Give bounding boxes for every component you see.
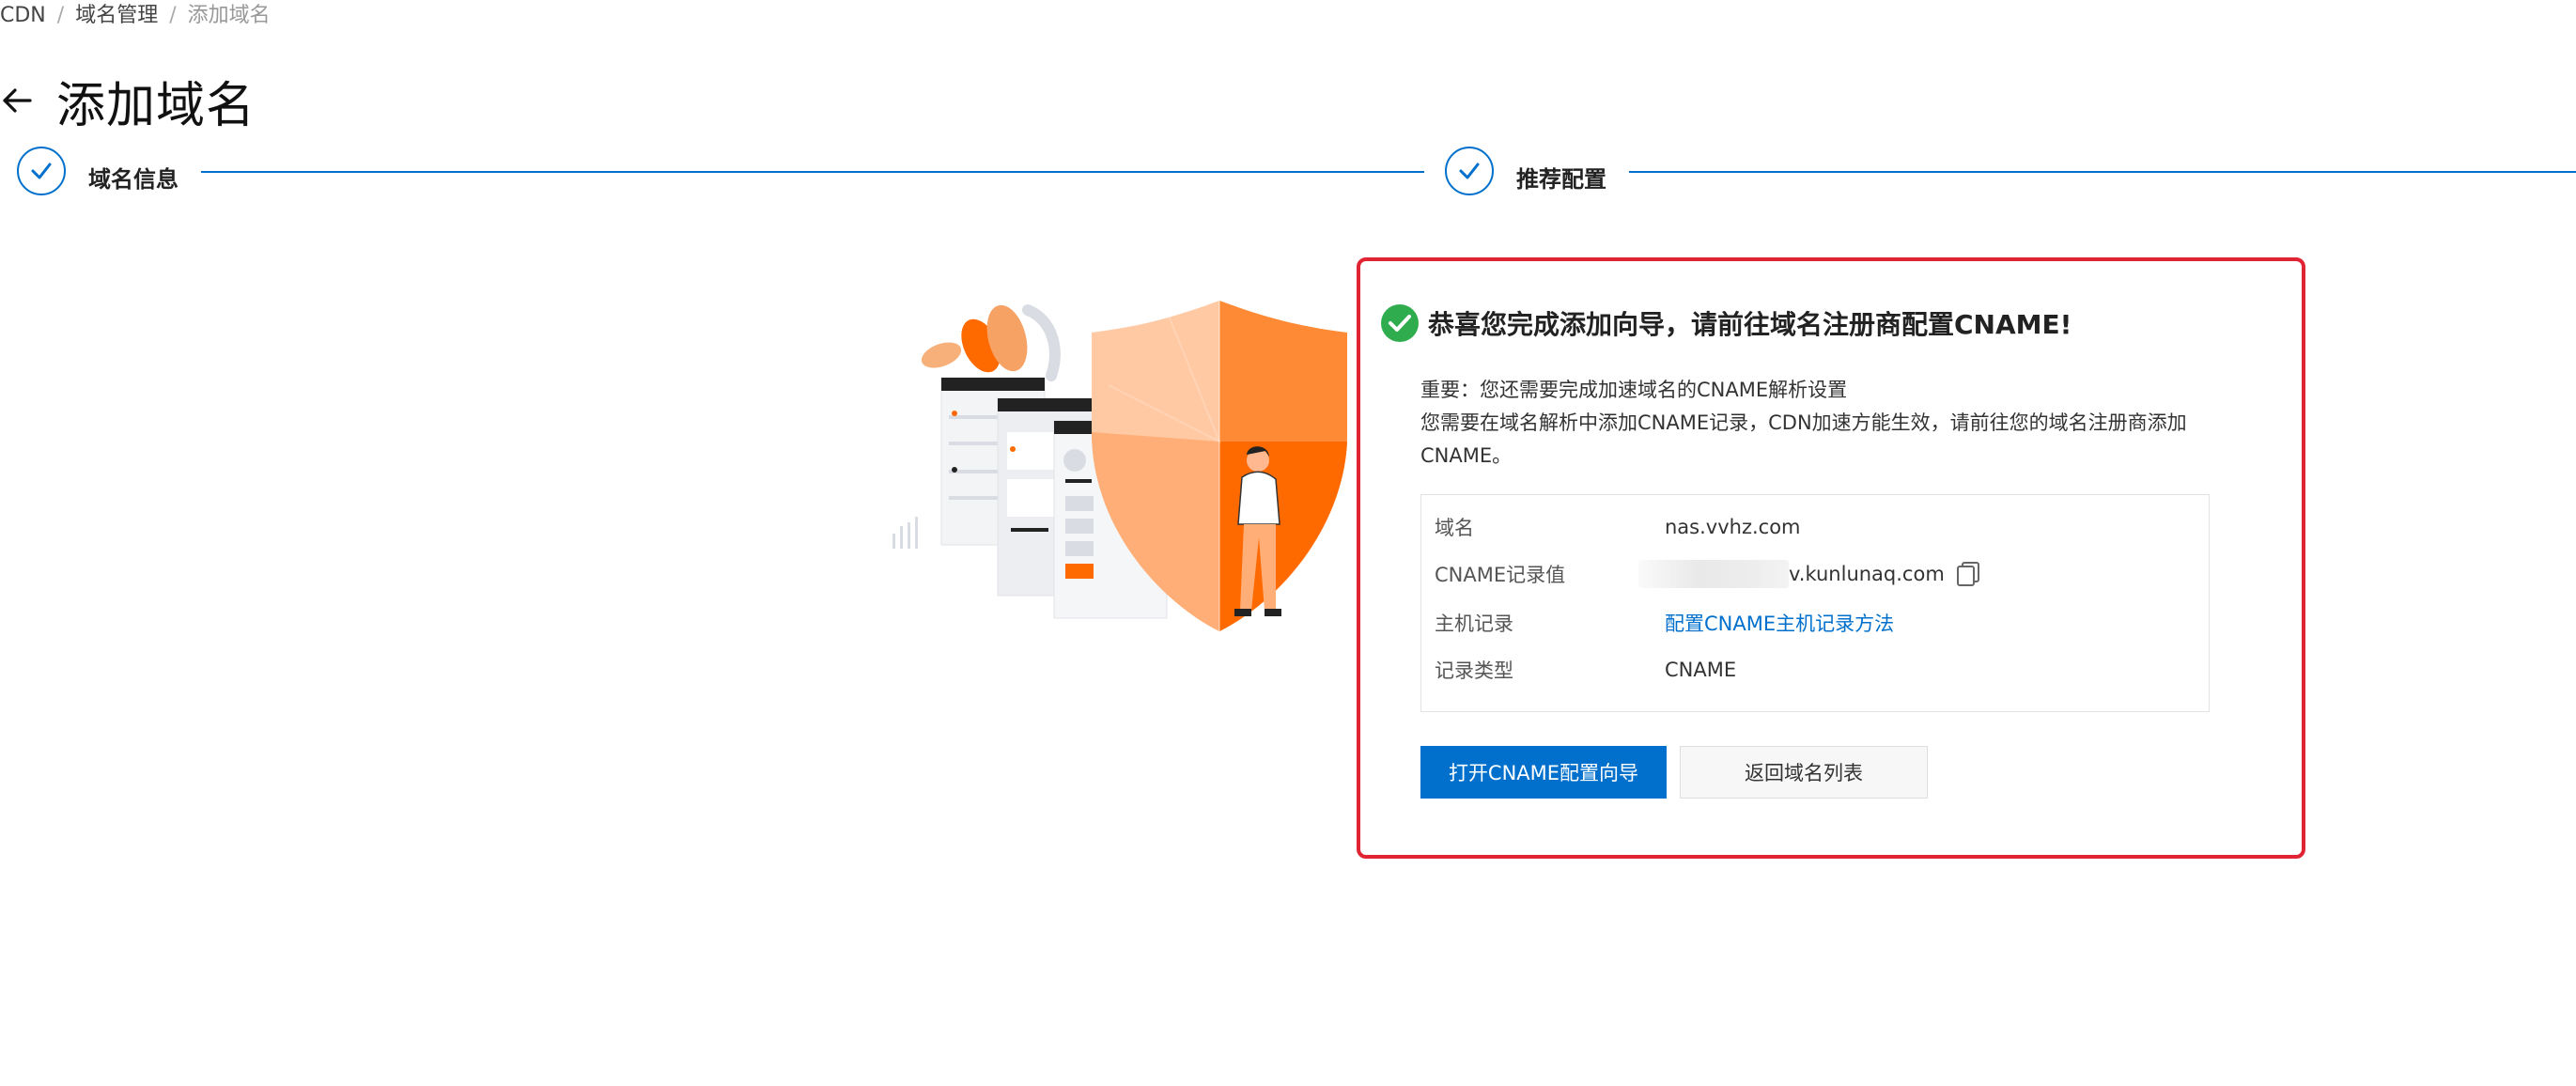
notice-important: 重要：您还需要完成加速域名的CNAME解析设置 <box>1420 379 1848 401</box>
cname-value: v.kunlunaq.com <box>1789 563 1945 585</box>
info-row-type: 记录类型 CNAME <box>1435 651 1736 689</box>
step-2-label: 推荐配置 <box>1516 166 1606 193</box>
info-key: CNAME记录值 <box>1435 564 1566 586</box>
domain-value: nas.vvhz.com <box>1665 516 1801 538</box>
result-title: 恭喜您完成添加向导，请前往域名注册商配置CNAME! <box>1428 309 2072 340</box>
info-row-host: 主机记录 配置CNAME主机记录方法 <box>1435 604 1894 642</box>
security-shield-illustration <box>892 301 1347 631</box>
breadcrumb-domain-management[interactable]: 域名管理 <box>75 4 158 27</box>
check-icon <box>1459 163 1480 179</box>
add-domain-page: CDN / 域名管理 / 添加域名 添加域名 域名信息 推荐配置 恭喜您完成添加… <box>0 0 2576 1086</box>
step-1-check-icon <box>17 147 66 195</box>
wizard-steps: 域名信息 推荐配置 <box>0 147 2576 203</box>
back-to-domain-list-button[interactable]: 返回域名列表 <box>1680 746 1928 799</box>
info-key: 主机记录 <box>1435 613 1513 635</box>
redacted-mask <box>1638 560 1789 588</box>
cname-info-table: 域名 nas.vvhz.com CNAME记录值 v.kunlunaq.com … <box>1420 494 2210 712</box>
info-row-cname: CNAME记录值 v.kunlunaq.com <box>1435 555 1980 593</box>
step-2-check-icon <box>1445 147 1494 195</box>
breadcrumb: CDN / 域名管理 / 添加域名 <box>0 2 271 30</box>
check-icon <box>31 163 52 179</box>
record-type-value: CNAME <box>1665 659 1737 681</box>
info-key: 记录类型 <box>1435 659 1513 682</box>
open-cname-wizard-button[interactable]: 打开CNAME配置向导 <box>1420 746 1667 799</box>
card-header: 恭喜您完成添加向导，请前往域名注册商配置CNAME! <box>1381 304 2072 342</box>
step-connector <box>1629 171 2576 173</box>
title-row: 添加域名 <box>0 68 256 134</box>
host-record-help-link[interactable]: 配置CNAME主机记录方法 <box>1665 609 1894 637</box>
cname-value-wrap: v.kunlunaq.com <box>1638 560 1980 588</box>
step-connector <box>201 171 1424 173</box>
notice-detail: 您需要在域名解析中添加CNAME记录，CDN加速方能生效，请前往您的域名注册商添… <box>1420 411 2187 467</box>
breadcrumb-current: 添加域名 <box>187 4 271 27</box>
info-row-domain: 域名 nas.vvhz.com <box>1435 508 1801 546</box>
breadcrumb-separator: / <box>169 4 177 27</box>
cname-result-card: 恭喜您完成添加向导，请前往域名注册商配置CNAME! 重要：您还需要完成加速域名… <box>1357 257 2305 859</box>
step-1-label: 域名信息 <box>88 166 178 193</box>
breadcrumb-cdn[interactable]: CDN <box>0 4 46 27</box>
page-title: 添加域名 <box>56 77 256 134</box>
cname-notice: 重要：您还需要完成加速域名的CNAME解析设置 您需要在域名解析中添加CNAME… <box>1420 374 2228 473</box>
info-key: 域名 <box>1435 517 1474 539</box>
check-circle-icon <box>1381 304 1419 342</box>
breadcrumb-separator: / <box>56 4 65 27</box>
copy-icon[interactable] <box>1956 561 1980 587</box>
arrow-left-icon[interactable] <box>0 84 34 117</box>
